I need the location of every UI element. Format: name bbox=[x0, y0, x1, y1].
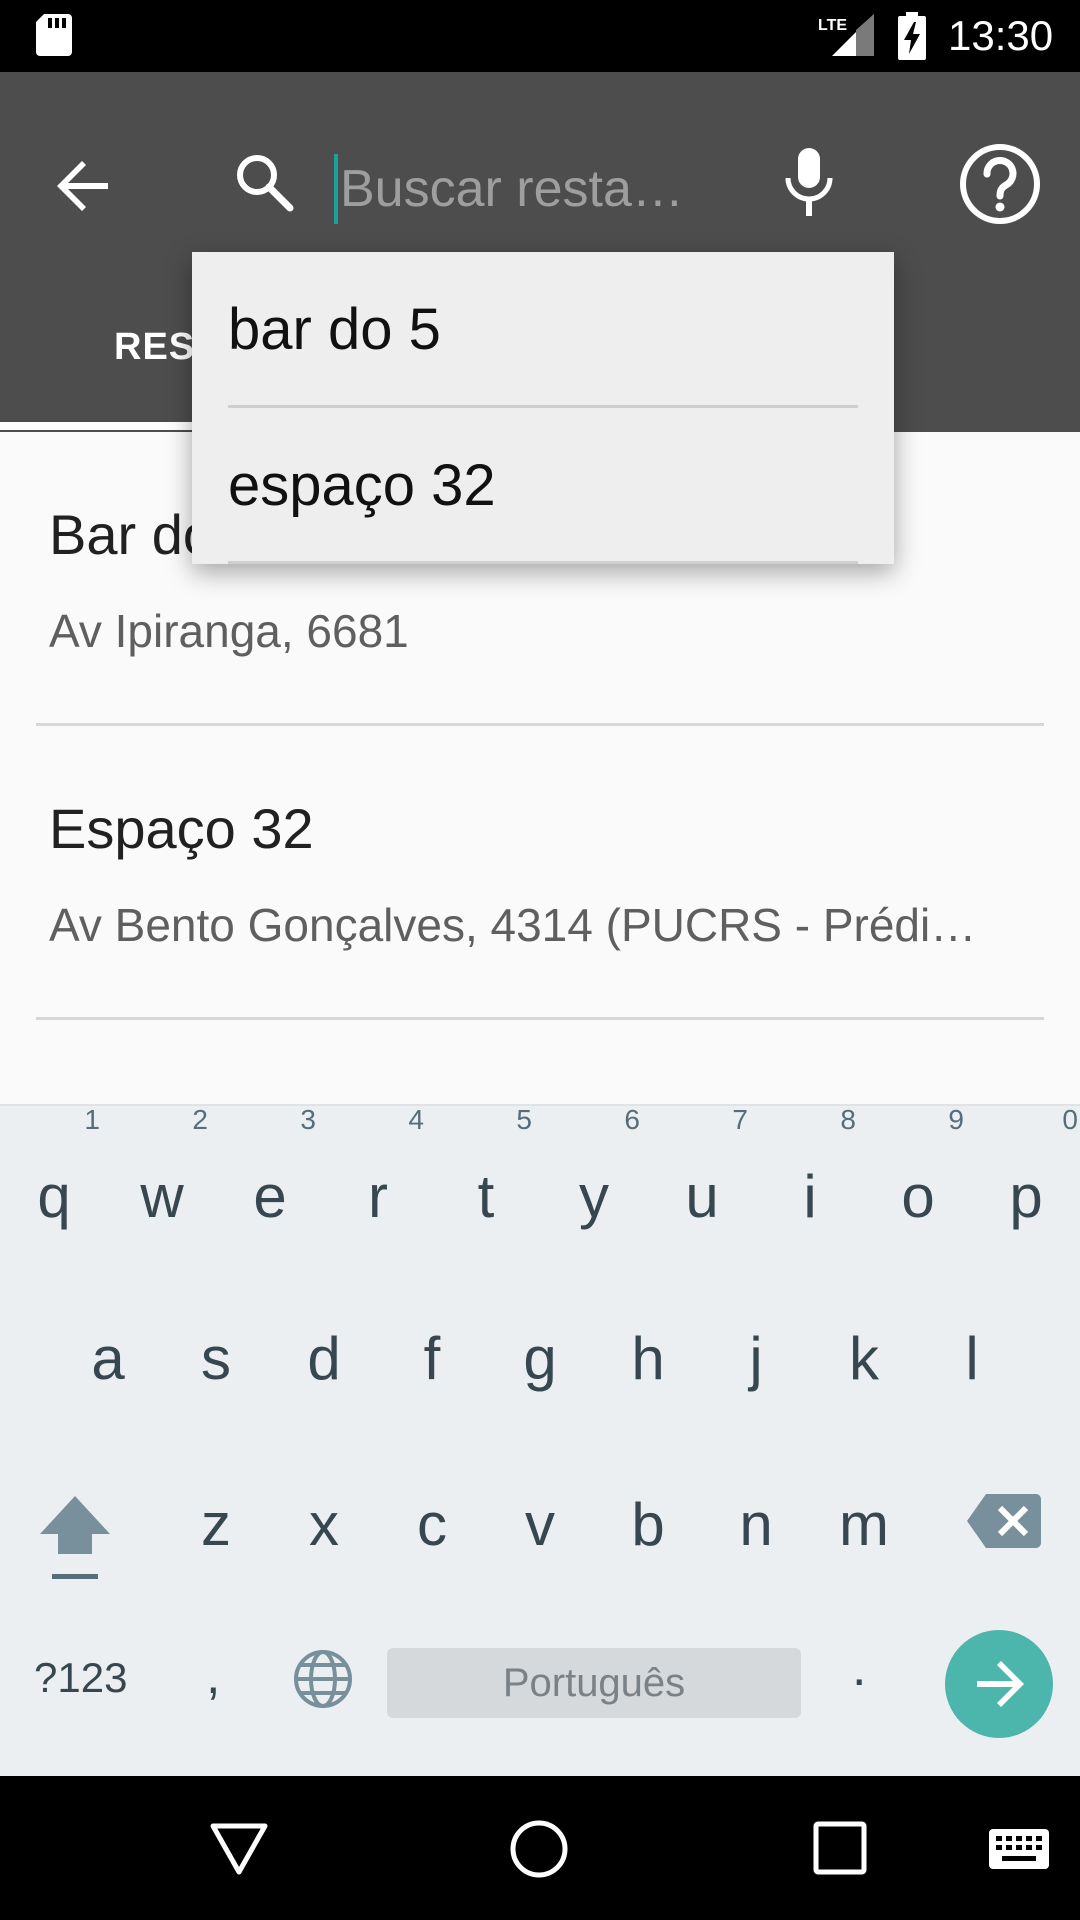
home-circle-icon[interactable] bbox=[508, 1818, 570, 1880]
suggestion-item[interactable]: espaço 32 bbox=[228, 408, 858, 564]
recents-square-icon[interactable] bbox=[812, 1820, 868, 1876]
battery-charging-icon bbox=[898, 12, 926, 60]
key-p[interactable]: p0 bbox=[996, 1104, 1078, 1231]
key-o[interactable]: o9 bbox=[888, 1104, 964, 1231]
key-f[interactable]: f bbox=[402, 1324, 462, 1393]
search-suggestions-dropdown: bar do 5 espaço 32 bbox=[192, 252, 894, 564]
item-address: Av Ipiranga, 6681 bbox=[49, 605, 409, 657]
search-input[interactable] bbox=[334, 154, 694, 224]
backspace-icon[interactable] bbox=[966, 1492, 1042, 1550]
key-e[interactable]: e3 bbox=[240, 1104, 316, 1231]
key-a[interactable]: a bbox=[78, 1324, 138, 1393]
key-c[interactable]: c bbox=[402, 1490, 462, 1559]
key-h[interactable]: h bbox=[618, 1324, 678, 1393]
key-t[interactable]: t5 bbox=[456, 1104, 532, 1231]
comma-key[interactable]: , bbox=[206, 1646, 220, 1706]
list-item[interactable]: Espaço 32 Av Bento Gonçalves, 4314 (PUCR… bbox=[36, 726, 1044, 1020]
arrow-right-icon bbox=[977, 1661, 1024, 1707]
space-key[interactable]: Português bbox=[387, 1648, 801, 1718]
mic-icon[interactable] bbox=[782, 146, 836, 220]
key-q[interactable]: q1 bbox=[24, 1104, 100, 1231]
key-r[interactable]: r4 bbox=[348, 1104, 424, 1231]
clock: 13:30 bbox=[948, 12, 1054, 59]
globe-icon[interactable] bbox=[292, 1648, 354, 1710]
key-v[interactable]: v bbox=[510, 1490, 570, 1559]
help-icon[interactable] bbox=[958, 142, 1042, 226]
soft-keyboard: q1 w2 e3 r4 t5 y6 u7 i8 o9 p0 a s d f g … bbox=[0, 1104, 1080, 1776]
key-w[interactable]: w2 bbox=[132, 1104, 208, 1231]
key-u[interactable]: u7 bbox=[672, 1104, 748, 1231]
back-triangle-icon[interactable] bbox=[208, 1818, 270, 1880]
key-n[interactable]: n bbox=[726, 1490, 786, 1559]
suggestion-item[interactable]: bar do 5 bbox=[228, 252, 858, 408]
key-i[interactable]: i8 bbox=[780, 1104, 856, 1231]
shift-icon[interactable] bbox=[36, 1490, 114, 1580]
key-g[interactable]: g bbox=[510, 1324, 570, 1393]
back-arrow-icon[interactable] bbox=[50, 152, 118, 220]
key-y[interactable]: y6 bbox=[564, 1104, 640, 1231]
svg-text:LTE: LTE bbox=[818, 17, 847, 34]
enter-key[interactable] bbox=[945, 1630, 1053, 1738]
key-d[interactable]: d bbox=[294, 1324, 354, 1393]
suggestion-text: espaço 32 bbox=[228, 453, 496, 518]
item-address: Av Bento Gonçalves, 4314 (PUCRS - Prédi… bbox=[49, 899, 977, 951]
navigation-bar bbox=[0, 1776, 1080, 1920]
symbols-key[interactable]: ?123 bbox=[34, 1654, 127, 1702]
key-x[interactable]: x bbox=[294, 1490, 354, 1559]
search-icon bbox=[237, 155, 294, 212]
item-title: Espaço 32 bbox=[49, 797, 314, 860]
key-b[interactable]: b bbox=[618, 1490, 678, 1559]
key-k[interactable]: k bbox=[834, 1324, 894, 1393]
status-bar: LTE 13:30 bbox=[0, 0, 1080, 72]
suggestion-text: bar do 5 bbox=[228, 297, 441, 362]
key-z[interactable]: z bbox=[186, 1490, 246, 1559]
lte-signal-icon: LTE bbox=[818, 14, 874, 56]
key-j[interactable]: j bbox=[726, 1324, 786, 1393]
key-s[interactable]: s bbox=[186, 1324, 246, 1393]
period-key[interactable]: . bbox=[852, 1638, 866, 1698]
key-m[interactable]: m bbox=[834, 1490, 894, 1559]
key-l[interactable]: l bbox=[942, 1324, 1002, 1393]
keyboard-icon[interactable] bbox=[988, 1828, 1050, 1870]
sd-card-icon bbox=[36, 14, 72, 56]
